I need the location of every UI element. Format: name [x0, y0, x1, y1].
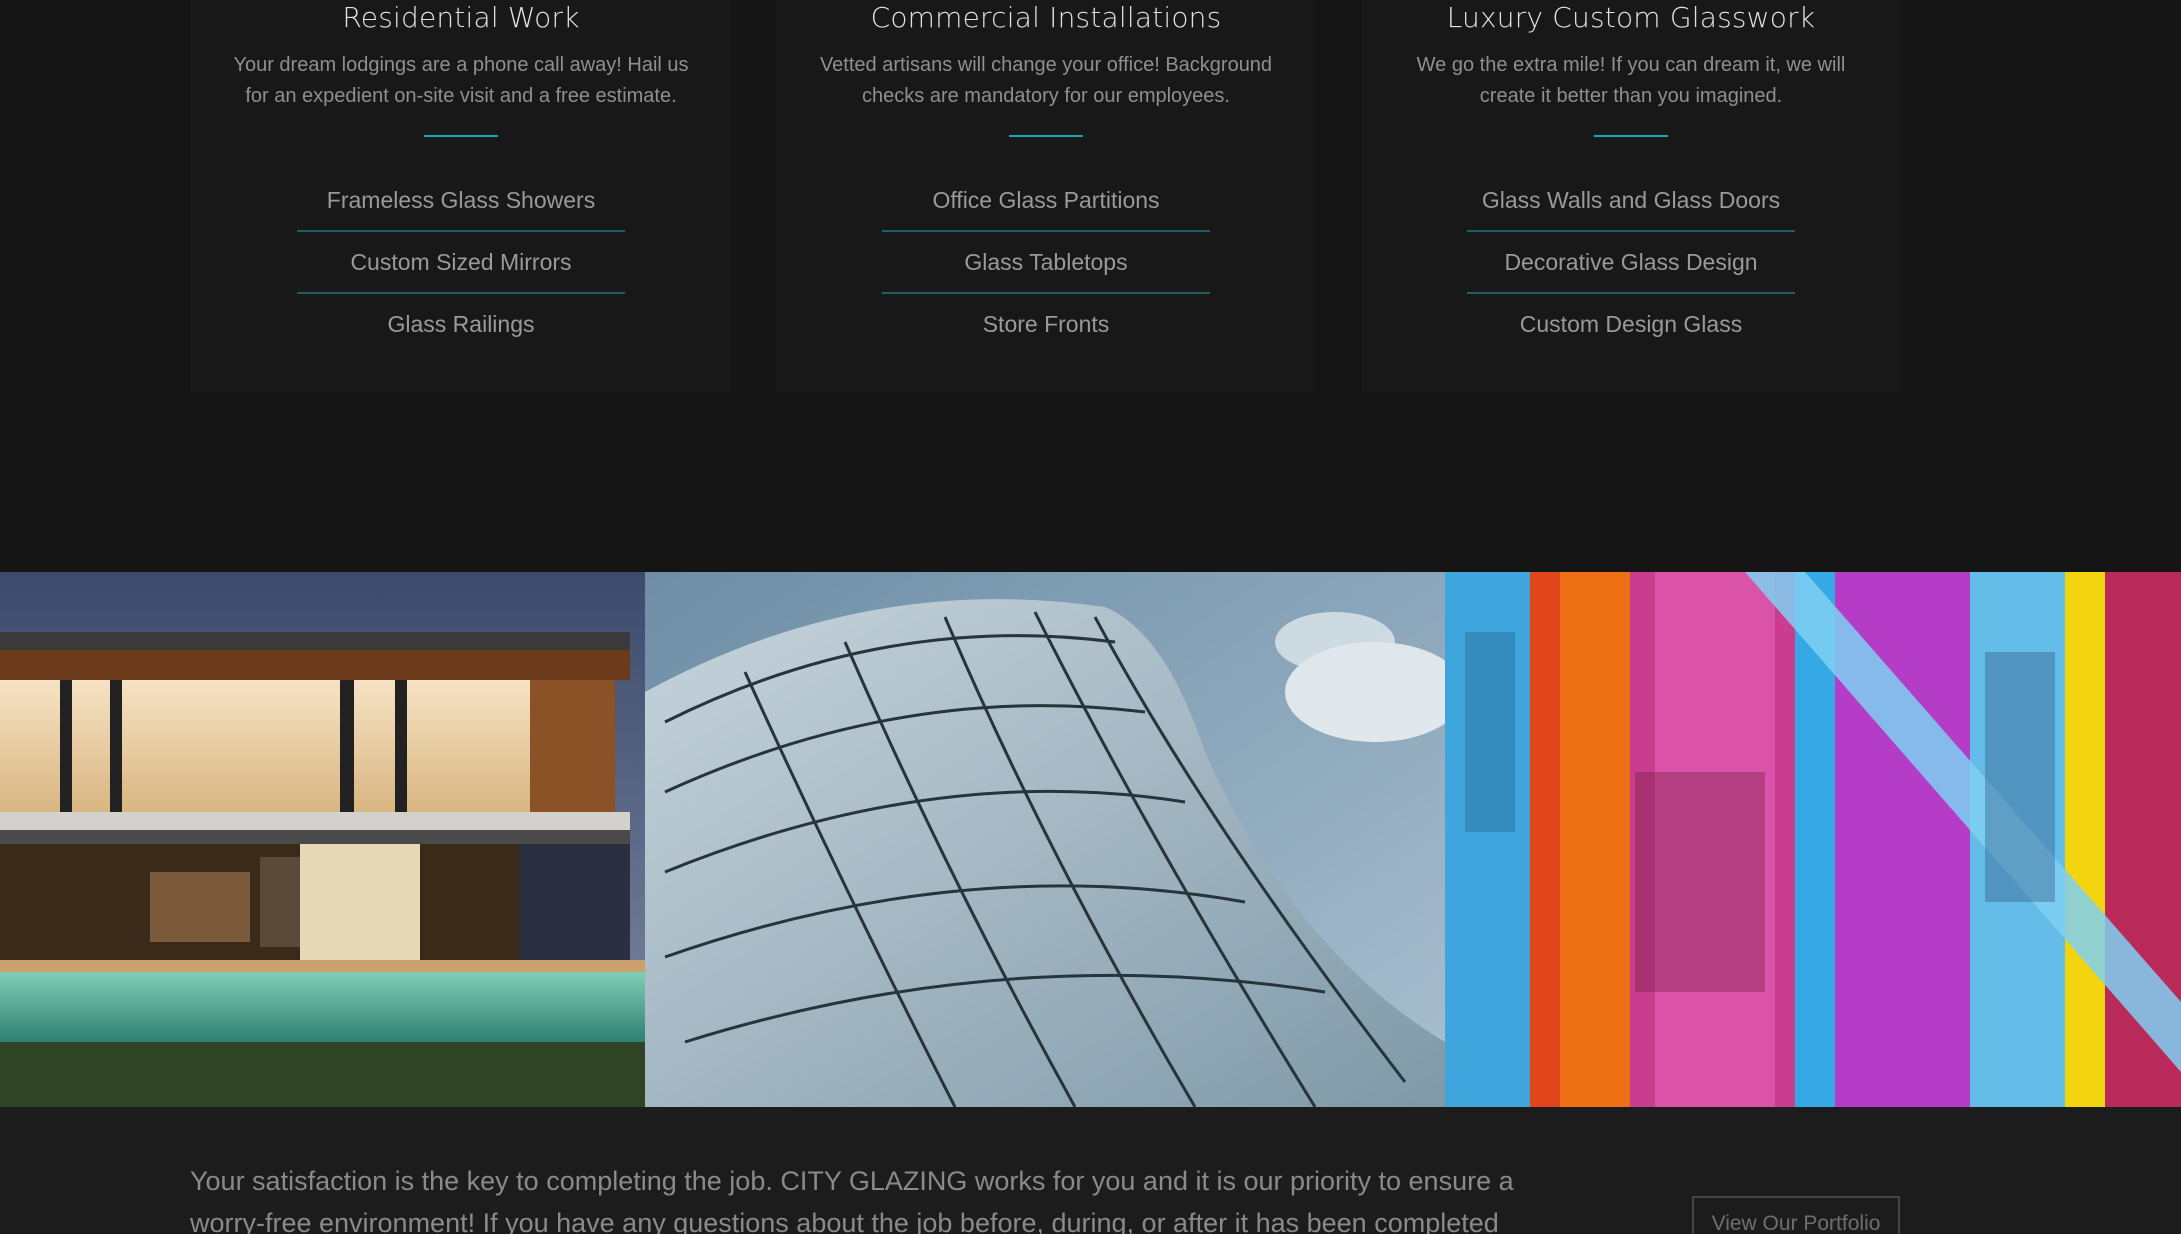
- service-link-custom-sized-mirrors[interactable]: Custom Sized Mirrors: [297, 232, 625, 294]
- project-gallery: [0, 572, 2181, 1107]
- service-link-glass-tabletops[interactable]: Glass Tabletops: [882, 232, 1210, 294]
- satisfaction-text: Your satisfaction is the key to completi…: [190, 1166, 1514, 1234]
- curved-glass-facade-photo: [645, 572, 1445, 1107]
- services-section: Residential Work Your dream lodgings are…: [0, 0, 2181, 572]
- service-list: Frameless Glass Showers Custom Sized Mir…: [297, 170, 625, 354]
- service-link-decorative-glass-design[interactable]: Decorative Glass Design: [1467, 232, 1795, 294]
- service-description: Your dream lodgings are a phone call awa…: [233, 54, 689, 107]
- service-title: Commercial Installations: [870, 1, 1222, 34]
- service-link-frameless-glass-showers[interactable]: Frameless Glass Showers: [297, 170, 625, 232]
- service-card-residential: Residential Work Your dream lodgings are…: [191, 0, 731, 392]
- modern-glass-house-photo: [0, 572, 645, 1107]
- service-card-commercial: Commercial Installations Vetted artisans…: [776, 0, 1316, 392]
- service-link-glass-walls-and-doors[interactable]: Glass Walls and Glass Doors: [1467, 170, 1795, 232]
- service-list: Office Glass Partitions Glass Tabletops …: [882, 170, 1210, 354]
- service-description: Vetted artisans will change your office!…: [819, 54, 1273, 107]
- service-link-store-fronts[interactable]: Store Fronts: [882, 294, 1210, 354]
- service-link-glass-railings[interactable]: Glass Railings: [297, 294, 625, 354]
- service-card-luxury: Luxury Custom Glasswork We go the extra …: [1361, 0, 1901, 392]
- service-description: We go the extra mile! If you can dream i…: [1416, 54, 1846, 107]
- service-title: Luxury Custom Glasswork: [1446, 1, 1816, 34]
- accent-divider: [1594, 135, 1668, 137]
- accent-divider: [424, 135, 498, 137]
- colored-glass-panels-photo: [1445, 572, 2181, 1107]
- service-title: Residential Work: [342, 1, 580, 34]
- service-link-custom-design-glass[interactable]: Custom Design Glass: [1467, 294, 1795, 354]
- view-portfolio-button[interactable]: View Our Portfolio: [1692, 1196, 1900, 1234]
- satisfaction-section: Your satisfaction is the key to completi…: [0, 1107, 2181, 1234]
- service-list: Glass Walls and Glass Doors Decorative G…: [1467, 170, 1795, 354]
- accent-divider: [1009, 135, 1083, 137]
- service-link-office-glass-partitions[interactable]: Office Glass Partitions: [882, 170, 1210, 232]
